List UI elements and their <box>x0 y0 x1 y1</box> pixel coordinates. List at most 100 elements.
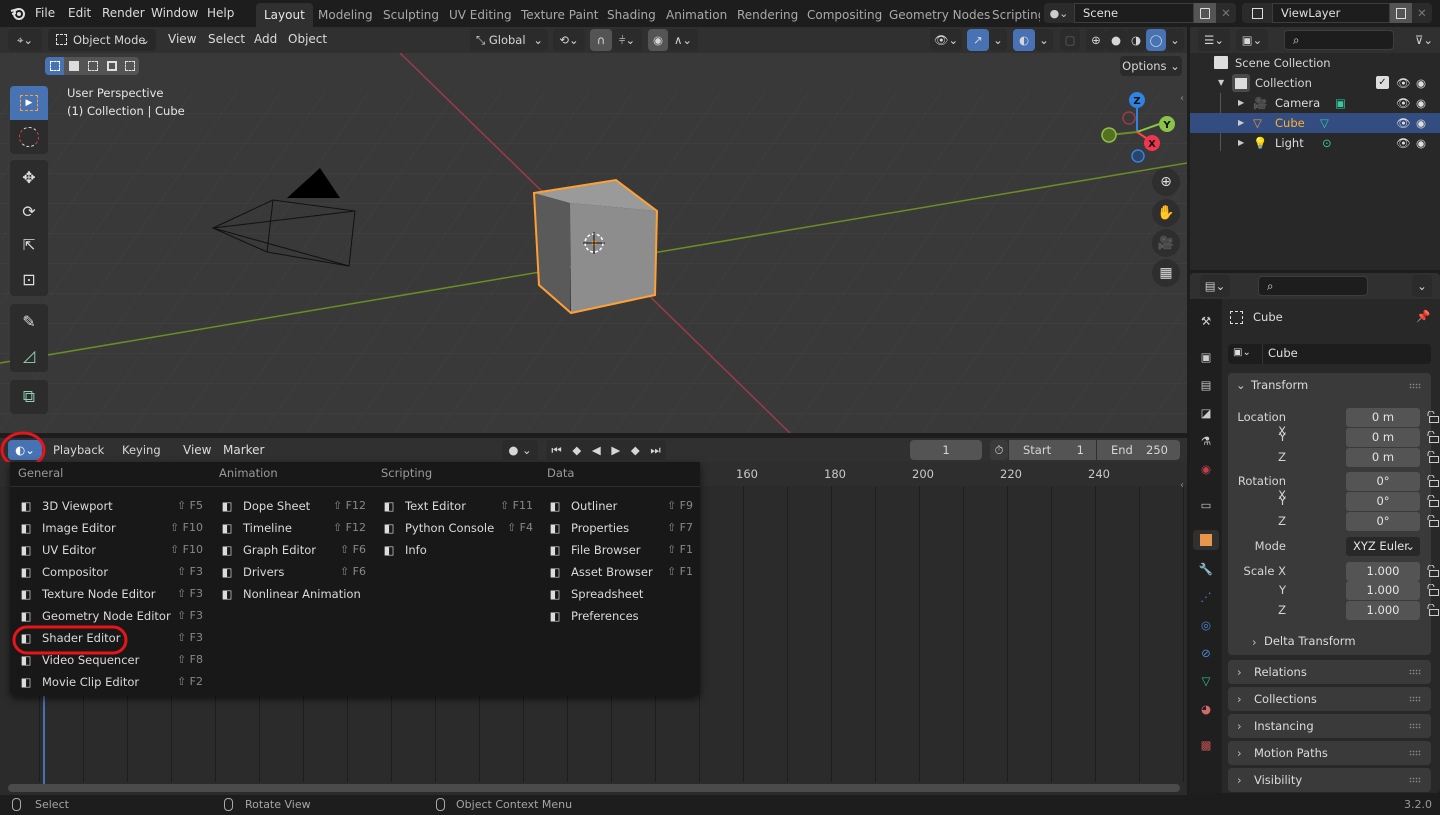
timeline-menu-marker[interactable]: Marker <box>223 443 264 457</box>
viewport-menu-add[interactable]: Add <box>254 32 277 46</box>
rotation-y-field[interactable]: 0° <box>1346 492 1420 511</box>
expand-right-icon[interactable]: ▶ <box>1238 93 1244 113</box>
snap-toggle[interactable]: ∩ <box>590 29 612 51</box>
menu-edit[interactable]: Edit <box>68 6 91 20</box>
neg-x-axis-handle[interactable] <box>1122 111 1136 125</box>
exclude-checkbox[interactable]: ✓ <box>1376 76 1389 89</box>
menu-item-spreadsheet[interactable]: ◧ Spreadsheet <box>547 583 693 605</box>
tab-object-data[interactable]: ▽ <box>1196 671 1216 691</box>
menu-item-outliner[interactable]: ◧ Outliner ⇧ F9 <box>547 495 693 517</box>
properties-options-dropdown[interactable]: ⌄ <box>1412 275 1432 297</box>
object-label[interactable]: Camera <box>1275 93 1320 113</box>
menu-item-file-browser[interactable]: ◧ File Browser ⇧ F1 <box>547 539 693 561</box>
tab-render[interactable]: ▣ <box>1196 347 1216 367</box>
tab-material[interactable]: ◕ <box>1196 699 1216 719</box>
menu-item-python-console[interactable]: ◧ Python Console ⇧ F4 <box>381 517 533 539</box>
expand-right-icon[interactable]: ▶ <box>1238 113 1244 133</box>
lock-icon[interactable] <box>1426 583 1440 596</box>
select-new-icon[interactable] <box>45 57 64 75</box>
next-keyframe-icon[interactable]: ◆ <box>631 440 640 460</box>
tab-modeling[interactable]: Modeling <box>310 3 381 27</box>
scene-name-field[interactable]: Scene <box>1074 3 1194 23</box>
delete-view-layer-button[interactable]: ✕ <box>1412 3 1432 23</box>
menu-file[interactable]: File <box>35 6 55 20</box>
3d-viewport[interactable]: User Perspective (1) Collection | Cube ▶… <box>0 53 1187 433</box>
properties-editor-type-button[interactable]: ▤⌄ <box>1200 275 1230 297</box>
tab-physics[interactable]: ◎ <box>1196 615 1216 635</box>
outliner-row-collection[interactable]: ▼ Collection ✓ 👁 ◉ <box>1190 73 1440 93</box>
tab-uv-editing[interactable]: UV Editing <box>441 3 520 27</box>
lock-icon[interactable] <box>1426 494 1440 507</box>
shading-rendered-button[interactable]: ◯ <box>1146 29 1166 51</box>
select-subtract-icon[interactable] <box>83 57 102 75</box>
lock-icon[interactable] <box>1426 410 1440 423</box>
sidebar-toggle[interactable]: ‹ <box>1180 93 1187 107</box>
filter-dropdown[interactable]: ⊽⌄ <box>1410 29 1438 51</box>
expand-right-icon[interactable]: ▶ <box>1238 133 1244 153</box>
navigation-gizmo[interactable]: Z Y X <box>1095 88 1180 168</box>
select-intersect-icon[interactable] <box>121 57 139 75</box>
tool-rotate[interactable]: ⟳ <box>10 194 48 228</box>
tool-transform[interactable]: ⊡ <box>10 262 48 296</box>
play-icon[interactable]: ▶ <box>611 440 620 460</box>
menu-item-info[interactable]: ◧ Info <box>381 539 533 561</box>
scale-x-field[interactable]: 1.000 <box>1346 562 1420 581</box>
tool-select-box[interactable]: ▶ <box>10 86 48 120</box>
outliner-search-input[interactable]: ⌕ <box>1284 30 1394 50</box>
shading-solid-button[interactable]: ● <box>1106 29 1126 51</box>
lock-icon[interactable] <box>1426 474 1440 487</box>
eye-icon[interactable]: 👁 <box>1396 93 1411 113</box>
tab-view-layer[interactable]: ◪ <box>1196 403 1216 423</box>
select-extend-icon[interactable] <box>64 57 83 75</box>
drag-grip-icon[interactable] <box>1409 750 1421 756</box>
outliner-row-scene-collection[interactable]: Scene Collection <box>1190 53 1440 73</box>
scene-selector-button[interactable]: ●⌄ <box>1044 3 1074 23</box>
drag-grip-icon[interactable] <box>1409 723 1421 729</box>
render-camera-icon[interactable]: ◉ <box>1416 93 1426 113</box>
current-frame-field[interactable]: 1 <box>910 440 982 460</box>
object-name-input[interactable]: Cube <box>1268 346 1298 360</box>
jump-end-icon[interactable]: ⏭ <box>650 440 660 460</box>
lock-icon[interactable] <box>1426 514 1440 527</box>
menu-item-properties[interactable]: ◧ Properties ⇧ F7 <box>547 517 693 539</box>
viewport-menu-object[interactable]: Object <box>288 32 327 46</box>
shading-dropdown[interactable]: ⌄ <box>1166 29 1184 51</box>
panel-instancing[interactable]: › Instancing <box>1228 714 1431 738</box>
tool-move[interactable]: ✥ <box>10 160 48 194</box>
tab-animation[interactable]: Animation <box>658 3 735 27</box>
panel-motion-paths[interactable]: › Motion Paths <box>1228 741 1431 765</box>
drag-grip-icon[interactable] <box>1409 669 1421 675</box>
menu-item-geometry-node-editor[interactable]: ◧ Geometry Node Editor ⇧ F3 <box>18 605 203 627</box>
chevron-left-icon[interactable]: ‹ <box>1180 480 1184 491</box>
tool-scale[interactable]: ⇱ <box>10 228 48 262</box>
chevron-right-icon[interactable]: › <box>1252 635 1257 649</box>
ortho-toggle-button[interactable]: ▦ <box>1152 259 1180 287</box>
menu-window[interactable]: Window <box>151 6 198 20</box>
tab-sculpting[interactable]: Sculpting <box>375 3 447 27</box>
eye-icon[interactable]: 👁 <box>1396 113 1411 133</box>
zoom-view-button[interactable]: ⊕ <box>1152 168 1180 196</box>
tab-tool[interactable]: ⚒ <box>1196 311 1216 331</box>
render-camera-icon[interactable]: ◉ <box>1416 73 1426 93</box>
gizmo-toggle[interactable]: ↗ <box>967 29 989 51</box>
menu-item-image-editor[interactable]: ◧ Image Editor ⇧ F10 <box>18 517 203 539</box>
scale-y-field[interactable]: 1.000 <box>1346 581 1420 600</box>
render-camera-icon[interactable]: ◉ <box>1416 113 1426 133</box>
timeline-menu-view[interactable]: View <box>183 443 211 457</box>
delta-transform-subpanel[interactable]: Delta Transform <box>1264 634 1356 648</box>
panel-visibility[interactable]: › Visibility <box>1228 768 1431 792</box>
tab-world[interactable]: ◉ <box>1196 459 1216 479</box>
editor-type-button[interactable]: ⌖⌄ <box>8 29 42 51</box>
overlay-dropdown[interactable]: ⌄ <box>1035 29 1053 51</box>
menu-item-texture-node-editor[interactable]: ◧ Texture Node Editor ⇧ F3 <box>18 583 203 605</box>
panel-relations[interactable]: › Relations <box>1228 660 1431 684</box>
keying-menu[interactable]: Keying ⌄ <box>116 440 173 477</box>
panel-collections[interactable]: › Collections <box>1228 687 1431 711</box>
timeline-scrollbar[interactable] <box>8 784 1180 792</box>
tab-rendering[interactable]: Rendering <box>729 3 806 27</box>
neg-y-axis-handle[interactable] <box>1101 127 1117 143</box>
rotation-x-field[interactable]: 0° <box>1346 472 1420 491</box>
tab-geometry-nodes[interactable]: Geometry Nodes <box>881 3 998 27</box>
view-layer-name-field[interactable]: ViewLayer <box>1272 3 1390 23</box>
lock-icon[interactable] <box>1426 430 1440 443</box>
